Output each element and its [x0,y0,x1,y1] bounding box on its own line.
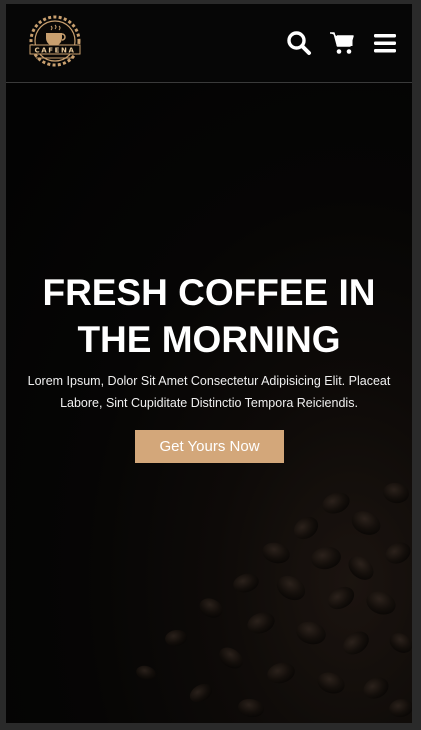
get-yours-now-button[interactable]: Get Yours Now [135,430,284,463]
search-icon[interactable] [286,30,312,56]
cart-icon[interactable] [329,30,355,56]
hero-title-line-2: THE MORNING [77,319,341,360]
logo[interactable]: CAFENA [22,14,88,68]
menu-icon[interactable] [372,30,398,56]
hero-description-line-1: Lorem Ipsum, Dolor Sit Amet Consectetur … [27,374,391,388]
logo-text: CAFENA [35,47,76,55]
hero-description-line-2: Labore, Sint Cupiditate Distinctio Tempo… [60,396,358,410]
hero-title-line-1: FRESH COFFEE IN [42,272,376,313]
logo-emblem-icon: CAFENA [29,15,81,67]
hero-title: FRESH COFFEE IN THE MORNING [6,269,412,363]
hero-section: FRESH COFFEE IN THE MORNING Lorem Ipsum,… [6,83,412,723]
header-actions [286,30,398,56]
hero-description: Lorem Ipsum, Dolor Sit Amet Consectetur … [18,370,400,414]
page-frame: CAFENA FRESH COFFEE IN THE MORNING Lorem… [6,4,412,723]
site-header: CAFENA [6,4,412,83]
